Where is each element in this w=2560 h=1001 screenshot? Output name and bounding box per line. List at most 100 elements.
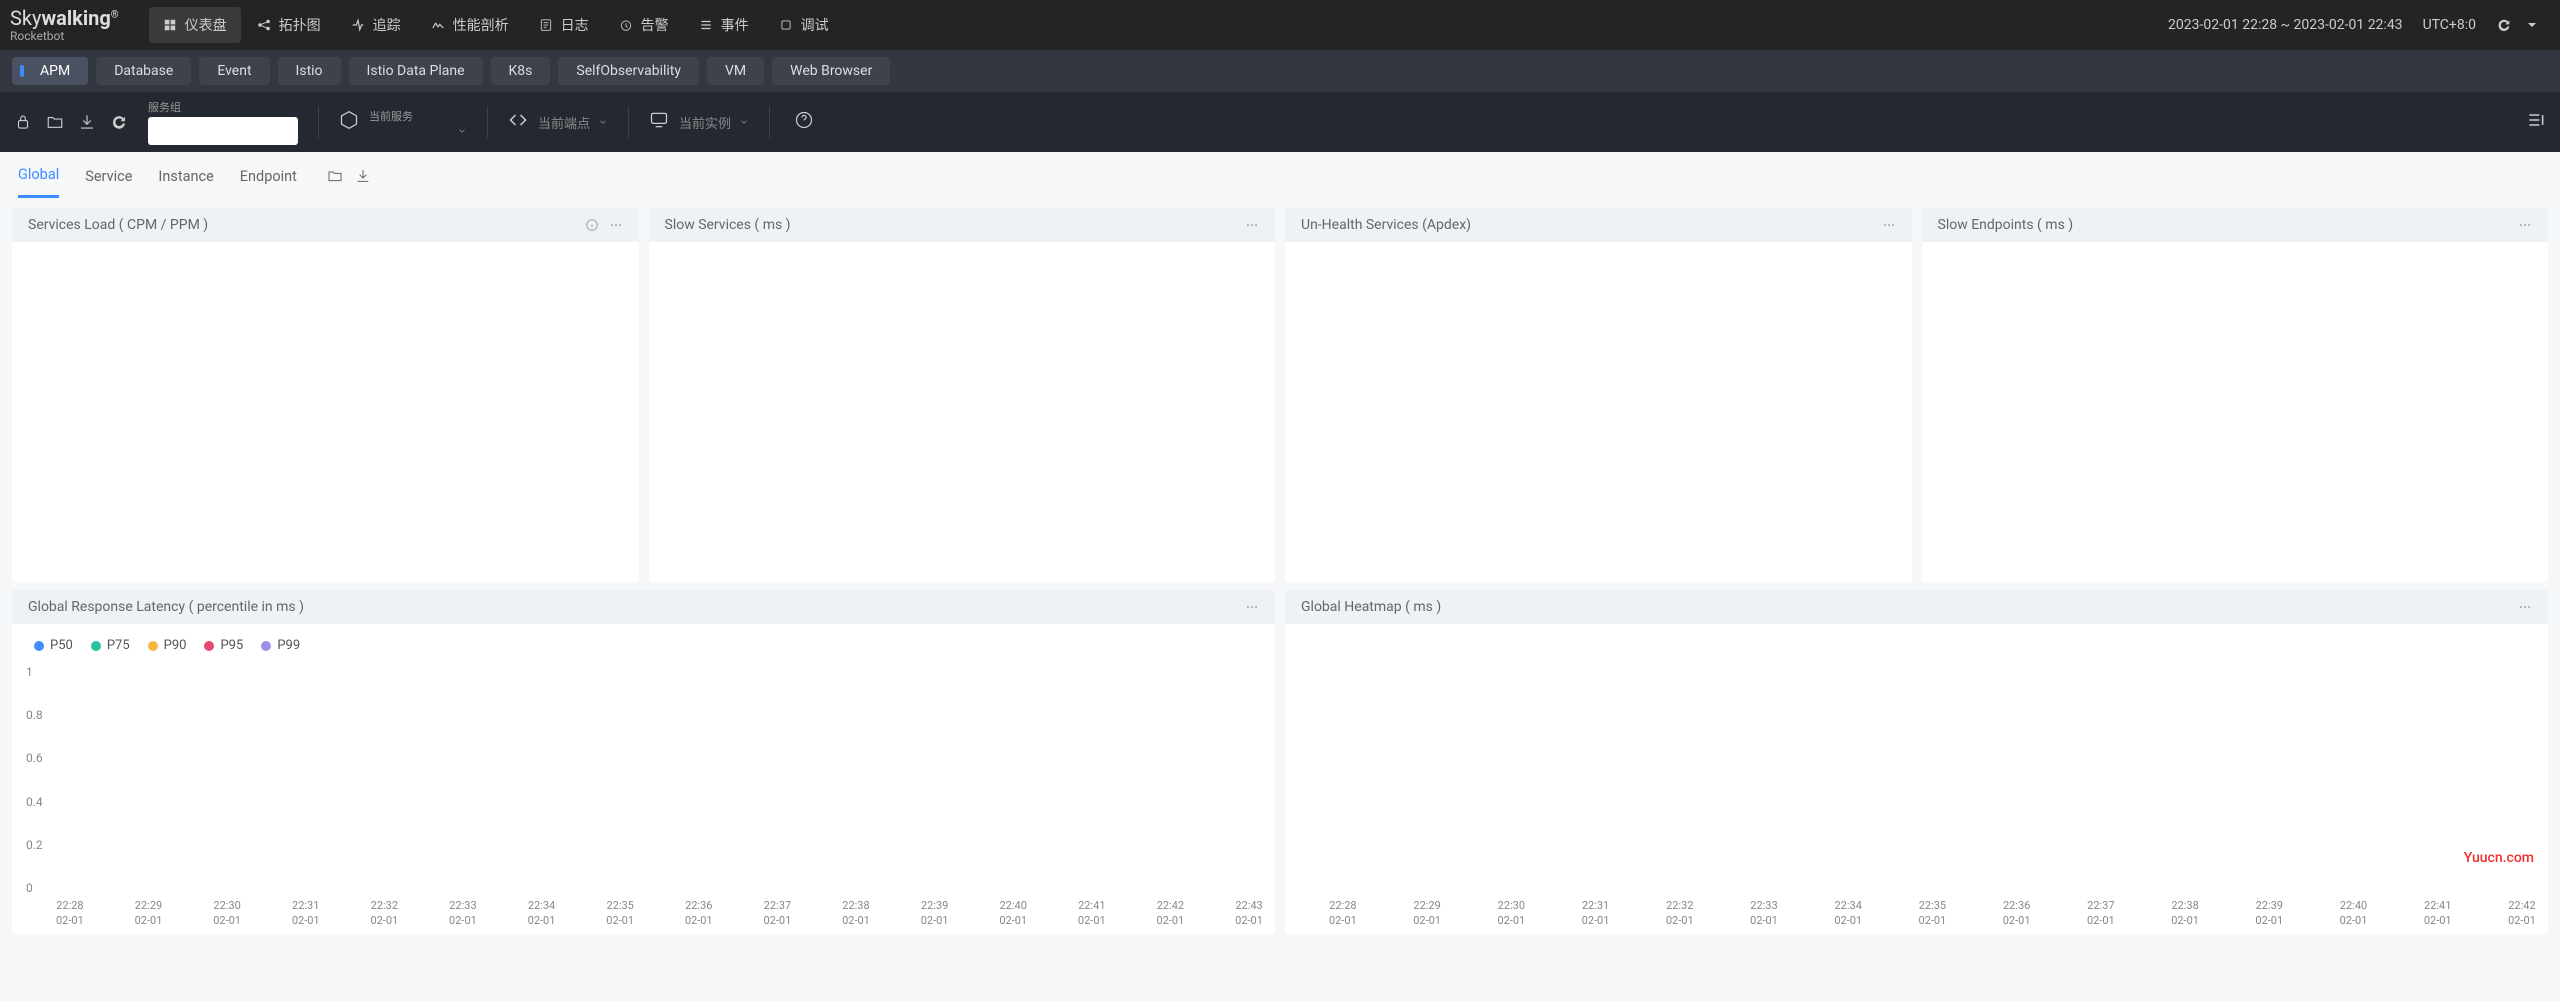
- nav-event[interactable]: 事件: [685, 7, 763, 43]
- endpoint-selector[interactable]: 当前端点: [508, 110, 608, 134]
- panel-title: Slow Services ( ms ): [665, 217, 791, 233]
- log-icon: [539, 18, 553, 32]
- tab-event[interactable]: Event: [199, 57, 269, 85]
- separator: [769, 106, 770, 138]
- logo: Skywalking® Rocketbot: [10, 8, 119, 42]
- profile-icon: [431, 18, 445, 32]
- nav-debug[interactable]: 调试: [765, 7, 843, 43]
- panel-title: Un-Health Services (Apdex): [1301, 217, 1471, 233]
- xtick: 22:3502-01: [1919, 899, 1947, 928]
- tab-label: Event: [217, 63, 251, 79]
- chart-axes: 00.20.40.60.81: [56, 672, 1263, 888]
- panel-title: Services Load ( CPM / PPM ): [28, 217, 208, 233]
- chevron-down-icon[interactable]: [2524, 17, 2540, 33]
- legend-label: P50: [50, 638, 73, 653]
- xtick: 22:3302-01: [1750, 899, 1778, 928]
- ytick: 0: [26, 881, 33, 895]
- subnav-service[interactable]: Service: [85, 156, 132, 197]
- legend-label: P90: [164, 638, 187, 653]
- more-icon[interactable]: [1245, 600, 1259, 614]
- collapse-icon[interactable]: [2526, 110, 2546, 134]
- service-group-input[interactable]: [148, 117, 298, 145]
- xtick: 22:3402-01: [528, 899, 556, 928]
- subnav-instance[interactable]: Instance: [158, 156, 213, 197]
- nav-alarm[interactable]: 告警: [605, 7, 683, 43]
- timezone[interactable]: UTC+8:0: [2423, 17, 2476, 33]
- more-icon[interactable]: [2518, 218, 2532, 232]
- xtick: 22:2802-01: [56, 899, 84, 928]
- download-icon[interactable]: [355, 168, 371, 184]
- more-icon[interactable]: [2518, 600, 2532, 614]
- debug-icon: [779, 18, 793, 32]
- service-group-selector[interactable]: 服务组: [148, 99, 298, 145]
- xtick: 22:3302-01: [449, 899, 477, 928]
- tabbar: APM Database Event Istio Istio Data Plan…: [0, 50, 2560, 92]
- top-nav: 仪表盘 拓扑图 追踪 性能剖析 日志 告警 事件 调试: [149, 7, 2168, 43]
- watermark: Yuucn.com: [2464, 850, 2534, 866]
- tab-label: SelfObservability: [576, 63, 681, 79]
- chart-xaxis: 22:2802-0122:2902-0122:3002-0122:3102-01…: [1329, 899, 2536, 928]
- xtick: 22:4102-01: [2424, 899, 2452, 928]
- xtick: 22:3502-01: [606, 899, 634, 928]
- xtick: 22:4202-01: [1157, 899, 1185, 928]
- tab-selfobs[interactable]: SelfObservability: [558, 57, 699, 85]
- legend-item[interactable]: P99: [261, 638, 300, 653]
- nav-log[interactable]: 日志: [525, 7, 603, 43]
- reload-icon[interactable]: [110, 113, 128, 131]
- chevron-down-icon: [598, 117, 608, 127]
- logo-text-a: Sky: [10, 6, 41, 30]
- legend-label: P75: [107, 638, 130, 653]
- panel-title: Global Heatmap ( ms ): [1301, 599, 1441, 615]
- ytick: 0.6: [26, 751, 43, 765]
- tab-k8s[interactable]: K8s: [491, 57, 551, 85]
- tab-database[interactable]: Database: [96, 57, 191, 85]
- help-icon[interactable]: [794, 110, 814, 130]
- legend-label: P99: [277, 638, 300, 653]
- tab-istio[interactable]: Istio: [278, 57, 341, 85]
- nav-label: 调试: [801, 15, 829, 35]
- more-icon[interactable]: [609, 218, 623, 232]
- separator: [628, 106, 629, 138]
- legend-item[interactable]: P95: [204, 638, 243, 653]
- nav-profile[interactable]: 性能剖析: [417, 7, 523, 43]
- xtick: 22:3702-01: [2087, 899, 2115, 928]
- refresh-icon[interactable]: [2496, 17, 2512, 33]
- panel-heatmap: Global Heatmap ( ms ) 22:2802-0122:2902-…: [1285, 590, 2548, 934]
- more-icon[interactable]: [1882, 218, 1896, 232]
- more-icon[interactable]: [1245, 218, 1259, 232]
- nav-label: 性能剖析: [453, 15, 509, 35]
- xtick: 22:4102-01: [1078, 899, 1106, 928]
- xtick: 22:3802-01: [842, 899, 870, 928]
- xtick: 22:2902-01: [1413, 899, 1441, 928]
- panel-unhealth-services: Un-Health Services (Apdex): [1285, 208, 1912, 582]
- nav-trace[interactable]: 追踪: [337, 7, 415, 43]
- legend-item[interactable]: P75: [91, 638, 130, 653]
- nav-dashboard[interactable]: 仪表盘: [149, 7, 241, 43]
- subnav-global[interactable]: Global: [18, 154, 59, 198]
- legend-item[interactable]: P50: [34, 638, 73, 653]
- chart-legend: P50 P75 P90 P95 P99: [26, 634, 1261, 657]
- xtick: 22:3002-01: [1497, 899, 1525, 928]
- legend-item[interactable]: P90: [148, 638, 187, 653]
- service-selector[interactable]: 当前服务: [339, 108, 467, 136]
- tab-webbrowser[interactable]: Web Browser: [772, 57, 890, 85]
- tab-vm[interactable]: VM: [707, 57, 764, 85]
- subnav-endpoint[interactable]: Endpoint: [240, 156, 297, 197]
- instance-selector[interactable]: 当前实例: [649, 110, 749, 134]
- ytick: 0.4: [26, 795, 43, 809]
- monitor-icon: [649, 110, 669, 130]
- tab-label: VM: [725, 63, 746, 79]
- info-icon[interactable]: [585, 218, 599, 232]
- xtick: 22:4302-01: [1235, 899, 1263, 928]
- xtick: 22:3402-01: [1834, 899, 1862, 928]
- tab-apm[interactable]: APM: [12, 57, 88, 85]
- tab-istio-dp[interactable]: Istio Data Plane: [349, 57, 483, 85]
- subnav: Global Service Instance Endpoint: [0, 152, 2560, 200]
- folder-icon[interactable]: [46, 113, 64, 131]
- nav-topology[interactable]: 拓扑图: [243, 7, 335, 43]
- lock-icon[interactable]: [14, 113, 32, 131]
- xtick: 22:4002-01: [999, 899, 1027, 928]
- time-range[interactable]: 2023-02-01 22:28 ~ 2023-02-01 22:43: [2168, 17, 2403, 33]
- folder-icon[interactable]: [327, 168, 343, 184]
- download-icon[interactable]: [78, 113, 96, 131]
